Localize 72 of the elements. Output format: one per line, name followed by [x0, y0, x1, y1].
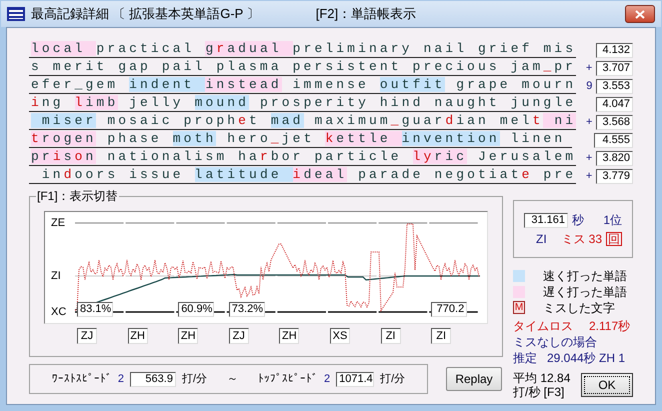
- line-marker: +: [586, 60, 592, 76]
- rate-field: 60.9%: [178, 302, 214, 317]
- miss-swatch: M: [513, 301, 525, 314]
- miss-unit: 回: [606, 232, 622, 246]
- typed-text-line: pr i s o n nationalism ha r bor particle ly ric Jerusalem: [29, 149, 576, 166]
- typed-text-line: s merit gap pail plasma persistent precious jam_pr: [29, 59, 576, 76]
- close-button[interactable]: [625, 5, 655, 23]
- rank-label: 1位: [603, 213, 622, 227]
- group-title[interactable]: [F1]：表示切替: [36, 189, 119, 203]
- axis-label: ZE: [51, 217, 66, 229]
- fast-swatch: [513, 270, 525, 282]
- app-icon: [7, 7, 25, 21]
- worst-speed-level: 2: [118, 372, 124, 387]
- window-subtitle: [F2]：単語帳表示: [316, 5, 416, 24]
- line-time-field: 4.555: [594, 133, 633, 148]
- top-speed-label: ﾄｯﾌﾟｽﾋﾟｰﾄﾞ: [258, 372, 318, 387]
- typed-text-line: local practical g r adual preliminary nail grief mis: [29, 41, 576, 58]
- legend-label: 遅く打った単語: [543, 284, 627, 298]
- estimate-label: 推定: [513, 351, 537, 366]
- legend-label: 速く打った単語: [543, 268, 627, 282]
- top-speed-level: 2: [324, 372, 330, 387]
- average-speed: 平均 12.84: [513, 371, 570, 385]
- grade-label: ZH: [178, 328, 198, 344]
- line-marker: +: [586, 150, 592, 166]
- typed-text-line: i ng l imb jelly mound prosperity hind naught jungle: [29, 95, 576, 112]
- unit-label: 打/分: [182, 372, 207, 387]
- time-loss-value: 2.117秒: [589, 319, 630, 334]
- rate-field: 770.2: [431, 302, 468, 317]
- grade-label: ZH: [279, 328, 300, 344]
- line-time-field: 3.779: [596, 169, 633, 184]
- time-loss-label: タイムロス: [513, 319, 573, 334]
- miss-count: ミス 33: [561, 232, 602, 246]
- rate-field: 73.2%: [228, 302, 265, 317]
- window-title: 最高記録詳細 〔 拡張基本英単語G-P 〕: [31, 5, 260, 24]
- typed-text-line: in d oors issue latitude i deal parade negotiat e pre: [29, 167, 576, 184]
- range-tilde: ～: [227, 372, 238, 387]
- line-time-field: 4.047: [596, 97, 633, 112]
- estimate-value: 29.044秒 ZH 1: [547, 351, 626, 366]
- line-marker: +: [586, 168, 592, 184]
- slow-swatch: [513, 286, 525, 298]
- line-time-field: 3.553: [596, 79, 633, 94]
- replay-button[interactable]: Replay: [446, 367, 502, 391]
- worst-speed-label: ﾜｰｽﾄｽﾋﾟｰﾄﾞ: [52, 372, 112, 387]
- rate-field: 83.1%: [77, 302, 113, 317]
- typed-text-line: t rogen phase moth hero_jet k ettle invention linen: [29, 131, 572, 148]
- axis-label: ZI: [51, 270, 61, 282]
- total-time-field: 31.161: [524, 212, 568, 228]
- grade-label: ZI: [431, 328, 452, 344]
- grade-label: XS: [330, 328, 350, 344]
- line-time-field: 3.820: [596, 151, 633, 166]
- axis-label: XC: [51, 306, 66, 318]
- line-marker: 9: [586, 78, 592, 94]
- close-icon: [635, 10, 645, 18]
- line-time-field: 3.568: [596, 115, 633, 130]
- grade-result: ZI: [536, 232, 547, 246]
- typed-text-line: efer_gem indent instead immense outfit grape mourn: [29, 77, 576, 94]
- line-time-field: 3.707: [596, 61, 633, 76]
- legend-label: ミスした文字: [543, 300, 615, 314]
- seconds-label: 秒: [572, 213, 584, 227]
- average-unit: 打/秒 [F3]: [513, 385, 566, 399]
- line-marker: +: [586, 114, 592, 130]
- worst-speed-field: 563.9: [130, 372, 176, 386]
- unit-label: 打/分: [380, 372, 406, 387]
- grade-label: ZH: [128, 328, 148, 344]
- no-miss-label: ミスなしの場合: [513, 335, 598, 350]
- typed-text-line: miser mosaic proph e t mad maximum_guar d ian mel t ni: [29, 113, 576, 130]
- ok-button[interactable]: OK: [581, 373, 633, 397]
- grade-label: ZI: [380, 328, 401, 344]
- grade-label: ZJ: [77, 328, 97, 344]
- top-speed-field: 1071.4: [336, 372, 374, 386]
- grade-label: ZJ: [228, 328, 249, 344]
- line-time-field: 4.132: [596, 43, 633, 58]
